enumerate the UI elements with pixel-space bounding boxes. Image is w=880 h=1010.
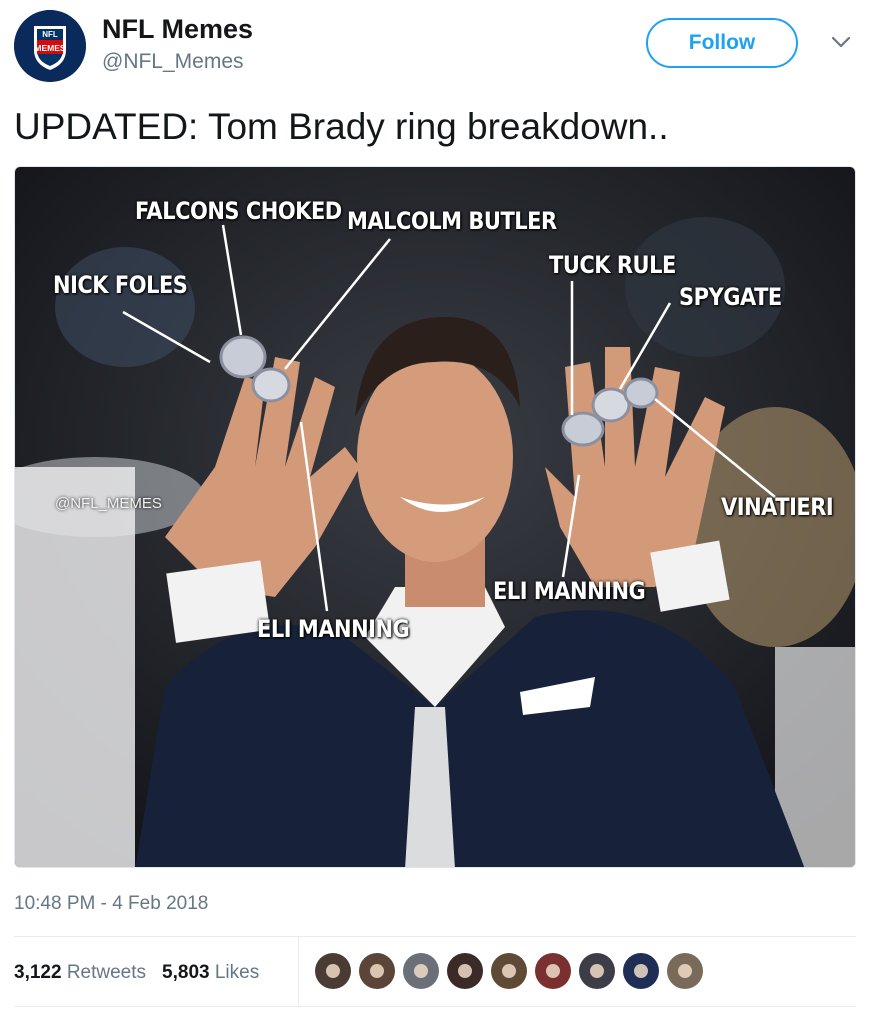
author-handle[interactable]: @NFL_Memes <box>102 50 244 74</box>
label-falcons-choked: FALCONS CHOKED <box>135 197 342 225</box>
tweet-text: UPDATED: Tom Brady ring breakdown.. <box>14 106 669 147</box>
liker-face <box>678 964 692 978</box>
liker-avatar[interactable] <box>359 953 395 989</box>
label-tuck-rule: TUCK RULE <box>549 251 676 279</box>
retweets-count: 3,122 <box>14 962 62 983</box>
chevron-down-icon[interactable] <box>830 34 852 50</box>
divider-top <box>14 936 856 937</box>
liker-avatar[interactable] <box>535 953 571 989</box>
likes-stat[interactable]: 5,803 Likes <box>162 962 259 984</box>
liker-avatar[interactable] <box>623 953 659 989</box>
liker-avatar[interactable] <box>315 953 351 989</box>
liker-face <box>458 964 472 978</box>
likes-count: 5,803 <box>162 962 210 983</box>
liker-face <box>502 964 516 978</box>
avatar-logo-bottom: MEMES <box>34 43 66 53</box>
tweet-photo[interactable]: FALCONS CHOKED MALCOLM BUTLER NICK FOLES… <box>14 166 856 868</box>
follow-button[interactable]: Follow <box>646 18 798 68</box>
label-malcolm-butler: MALCOLM BUTLER <box>347 207 557 235</box>
liker-avatar[interactable] <box>667 953 703 989</box>
stats-separator <box>298 936 299 1006</box>
liker-avatar[interactable] <box>579 953 615 989</box>
liker-face <box>590 964 604 978</box>
photo-watermark: @NFL_MEMES <box>55 495 162 512</box>
liker-avatar[interactable] <box>447 953 483 989</box>
liker-face <box>326 964 340 978</box>
avatar-logo-top: NFL <box>42 30 58 39</box>
liker-avatar[interactable] <box>403 953 439 989</box>
avatar[interactable]: NFL MEMES <box>14 10 86 82</box>
liker-face <box>546 964 560 978</box>
liker-face <box>634 964 648 978</box>
label-vinatieri: VINATIERI <box>721 493 834 521</box>
liker-avatars <box>315 953 711 989</box>
divider-bottom <box>14 1006 856 1007</box>
liker-face <box>414 964 428 978</box>
tweet-timestamp[interactable]: 10:48 PM - 4 Feb 2018 <box>14 893 208 915</box>
liker-face <box>370 964 384 978</box>
retweets-stat[interactable]: 3,122 Retweets <box>14 962 146 984</box>
label-spygate: SPYGATE <box>679 283 782 311</box>
tweet-stats: 3,122 Retweets 5,803 Likes <box>14 940 275 1006</box>
label-nick-foles: NICK FOLES <box>53 271 188 299</box>
author-name[interactable]: NFL Memes <box>102 14 253 45</box>
label-eli-manning-left: ELI MANNING <box>257 615 410 643</box>
label-eli-manning-right: ELI MANNING <box>493 577 646 605</box>
liker-avatar[interactable] <box>491 953 527 989</box>
likes-label: Likes <box>214 962 260 983</box>
retweets-label: Retweets <box>66 962 147 983</box>
